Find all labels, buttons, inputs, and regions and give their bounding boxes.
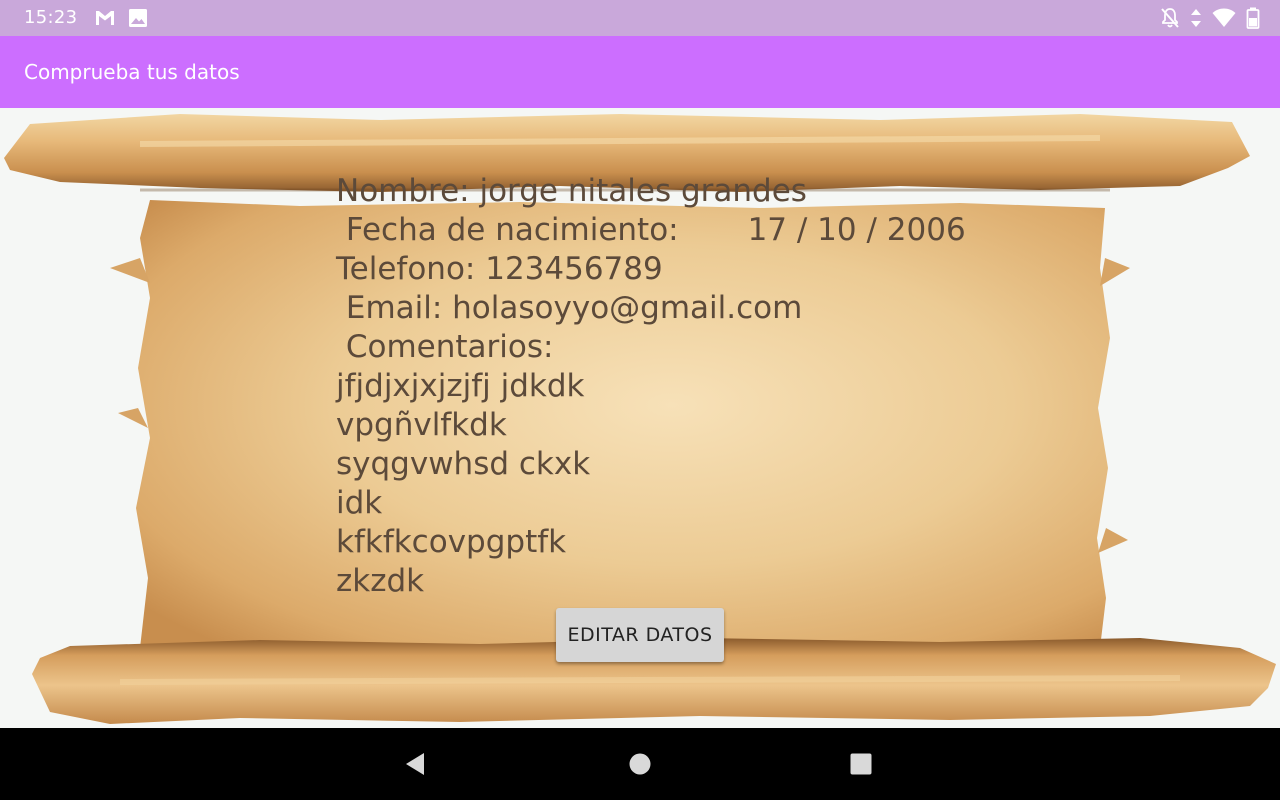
comment-line: jfjdjxjxjzjfj jdkdk — [336, 368, 585, 404]
recent-apps-icon[interactable] — [850, 753, 872, 779]
comment-line: idk — [336, 485, 383, 521]
app-bar-title: Comprueba tus datos — [24, 60, 240, 84]
status-bar: 15:23 — [0, 0, 1280, 36]
phone-line: Telefono: 123456789 — [336, 251, 663, 287]
battery-icon — [1246, 7, 1260, 29]
image-icon — [128, 8, 148, 28]
birthdate-line: Fecha de nacimiento: 17 / 10 / 2006 — [336, 212, 966, 248]
app-bar: Comprueba tus datos — [0, 36, 1280, 108]
data-arrows-icon — [1190, 7, 1202, 29]
status-icons — [1160, 6, 1260, 30]
home-icon[interactable] — [629, 753, 651, 779]
profile-summary: Nombre: jorge nitales grandes Fecha de n… — [336, 172, 966, 601]
status-time: 15:23 — [24, 7, 78, 28]
content-area: Nombre: jorge nitales grandes Fecha de n… — [0, 108, 1280, 728]
comments-label: Comentarios: — [336, 329, 554, 365]
notifications-off-icon — [1160, 7, 1180, 29]
email-line: Email: holasoyyo@gmail.com — [336, 290, 803, 326]
comment-line: kfkfkcovpgptfk — [336, 524, 567, 560]
comment-line: syqgvwhsd ckxk — [336, 446, 591, 482]
comment-line: vpgñvlfkdk — [336, 407, 507, 443]
navigation-bar — [0, 728, 1280, 800]
gmail-icon — [94, 8, 116, 28]
edit-data-button[interactable]: EDITAR DATOS — [556, 608, 724, 662]
wifi-icon — [1212, 8, 1236, 28]
comment-line: zkzdk — [336, 563, 425, 599]
back-icon[interactable] — [404, 752, 426, 780]
name-line: Nombre: jorge nitales grandes — [336, 173, 807, 209]
